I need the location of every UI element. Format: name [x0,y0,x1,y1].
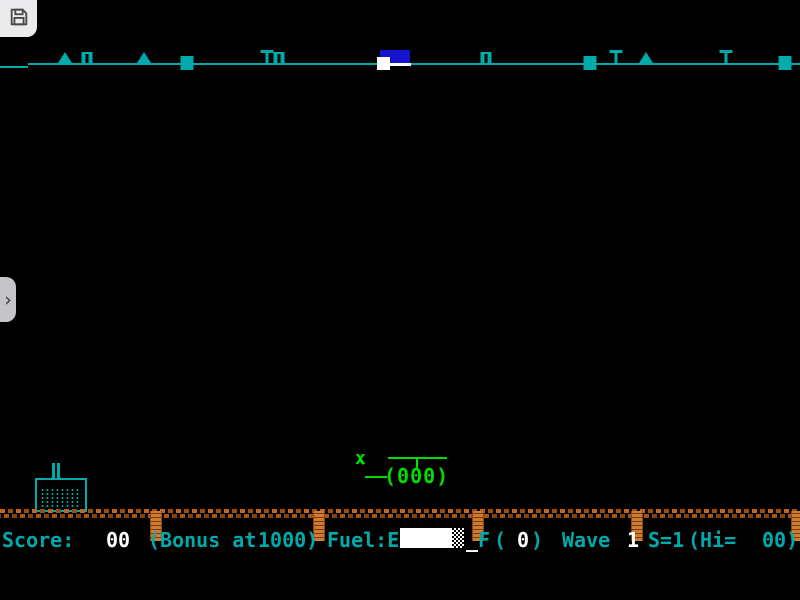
ground-strip [0,509,800,513]
game-screen[interactable]: › x ` (000) Score:00(Bonus at1000)Fuel:E… [0,0,800,600]
radar-marker-triangle [639,52,653,63]
depot-fill-pattern [40,488,82,509]
fuel-underscore: _ [466,528,478,552]
radar-marker-square [584,56,597,70]
score-label: Score: [2,528,74,552]
player-blip-underline [390,63,411,66]
radar-marker-square [779,56,792,70]
fuel-depot-building [35,478,87,512]
radar-marker-tee [261,50,274,64]
depot-chimney [57,463,60,478]
helicopter-hook: ` [357,458,369,482]
radar-marker-gate [274,52,285,64]
depot-chimney [52,463,55,478]
radar-marker-tee [720,50,733,64]
hi-label: (Hi= [688,528,736,552]
wave-value: 1 [627,528,639,552]
radar-marker-triangle [58,52,72,63]
sidebar-toggle-button[interactable]: › [0,277,16,322]
bonus-label: (Bonus at [148,528,256,552]
ground-strip [0,514,800,518]
radar-line [28,63,800,65]
ships-label: S=1 [648,528,684,552]
radar-marker-square [181,56,194,70]
fuel-label: Fuel:E [327,528,399,552]
fuel-paren-open: ( [494,528,506,552]
radar-marker-gate [481,52,492,64]
fuel-paren-close: ) [531,528,543,552]
floppy-disk-icon [8,6,30,32]
radar-marker-triangle [137,52,151,63]
radar-line-stub [0,66,28,68]
fuel-count: 0 [517,528,529,552]
radar-marker-gate [82,52,93,64]
chevron-right-icon: › [4,289,12,311]
score-value: 00 [106,528,130,552]
fuel-gauge-dither [452,528,464,548]
radar-marker-tee [610,50,623,64]
hi-value: 00) [762,528,798,552]
helicopter-mast [416,459,418,469]
fuel-gauge-bar [400,528,452,548]
wave-label: Wave [562,528,610,552]
save-button[interactable] [0,0,37,37]
bonus-value: 1000) [258,528,318,552]
player-blip-white [377,57,390,70]
fuel-f-label: F [478,528,490,552]
